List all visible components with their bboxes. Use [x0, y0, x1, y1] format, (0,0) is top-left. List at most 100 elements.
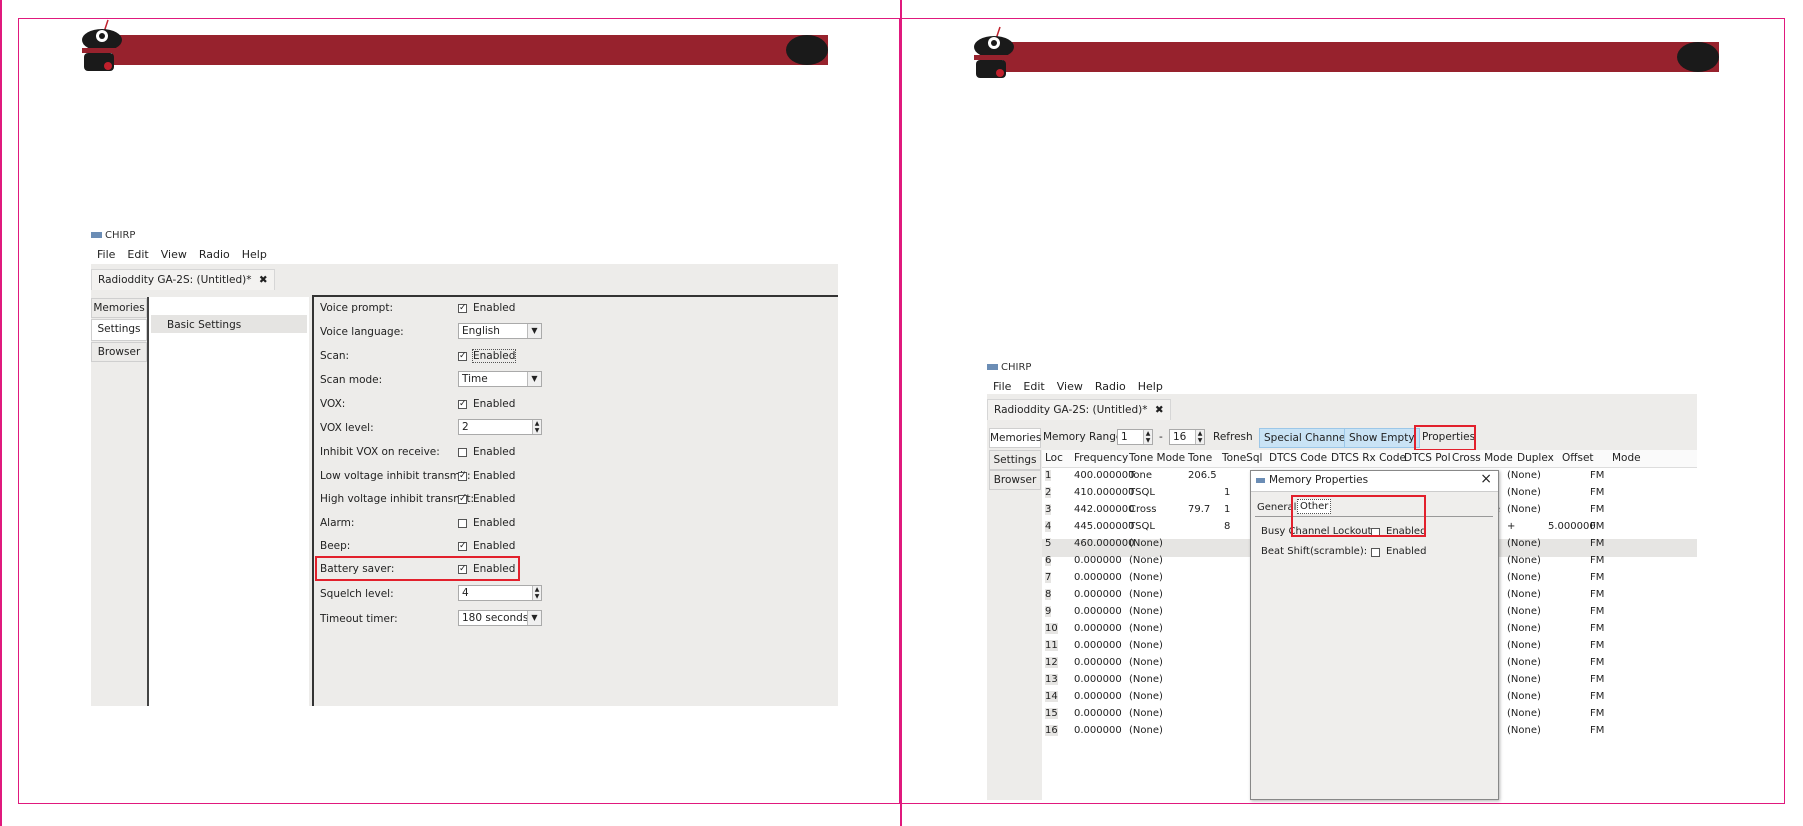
- menu-radio[interactable]: Radio: [199, 248, 230, 261]
- setting-label: High voltage inhibit transmit:: [320, 493, 475, 505]
- col-dtcs-code[interactable]: DTCS Code: [1269, 452, 1327, 464]
- menu-edit[interactable]: Edit: [127, 248, 148, 261]
- cell-duplex: (None): [1507, 674, 1541, 685]
- col-tone-mode[interactable]: Tone Mode: [1129, 452, 1185, 464]
- menu-help[interactable]: Help: [1138, 380, 1163, 393]
- cell-freq: 0.000000: [1074, 640, 1122, 651]
- stepper-arrows-icon[interactable]: ▲ ▼: [1195, 430, 1204, 444]
- cell-mode: FM: [1590, 521, 1605, 532]
- cell-tsql: 8: [1224, 521, 1231, 532]
- col-mode[interactable]: Mode: [1612, 452, 1641, 464]
- menu-file[interactable]: File: [993, 380, 1011, 393]
- close-icon[interactable]: ×: [1480, 471, 1492, 487]
- cell-tmode: (None): [1129, 674, 1163, 685]
- cell-loc: 5: [1045, 538, 1052, 549]
- low-voltage-checkbox[interactable]: ✓: [458, 472, 467, 481]
- stepper-arrows-icon[interactable]: ▲ ▼: [1143, 430, 1152, 444]
- setting-vox: VOX: ✓ Enabled: [314, 395, 834, 415]
- col-offset[interactable]: Offset: [1562, 452, 1594, 464]
- setting-squelch-level: Squelch level: 4 ▲ ▼: [314, 585, 834, 605]
- checkbox-label: Enabled: [471, 349, 517, 363]
- timeout-timer-select[interactable]: 180 seconds ▼: [458, 610, 542, 626]
- col-tone[interactable]: Tone: [1188, 452, 1212, 464]
- beat-shift-checkbox[interactable]: [1371, 548, 1380, 557]
- chirp-app-icon: [91, 232, 102, 238]
- menu-radio[interactable]: Radio: [1095, 380, 1126, 393]
- memory-range-label: Memory Range:: [1043, 431, 1126, 443]
- refresh-button[interactable]: Refresh: [1209, 428, 1257, 446]
- setting-voice-language: Voice language: English ▼: [314, 323, 834, 343]
- cell-tmode: (None): [1129, 623, 1163, 634]
- range-to-stepper[interactable]: 16 ▲ ▼: [1169, 429, 1205, 445]
- sidetab-browser[interactable]: Browser: [989, 470, 1041, 490]
- cell-freq: 445.000000: [1074, 521, 1135, 532]
- checkbox-label: Enabled: [473, 493, 516, 505]
- show-empty-button[interactable]: Show Empty: [1344, 428, 1420, 448]
- sidetab-memories[interactable]: Memories: [989, 428, 1041, 448]
- col-dtcs-pol[interactable]: DTCS Pol: [1404, 452, 1451, 464]
- cell-freq: 0.000000: [1074, 674, 1122, 685]
- cell-tmode: (None): [1129, 657, 1163, 668]
- cell-mode: FM: [1590, 470, 1605, 481]
- col-tonesql[interactable]: ToneSql: [1222, 452, 1262, 464]
- cell-tsql: 1: [1224, 504, 1231, 515]
- col-loc[interactable]: Loc: [1045, 452, 1063, 464]
- cell-freq: 0.000000: [1074, 691, 1122, 702]
- high-voltage-checkbox[interactable]: ✓: [458, 495, 467, 504]
- vox-checkbox[interactable]: ✓: [458, 400, 467, 409]
- tree-item-basic-settings[interactable]: Basic Settings: [151, 315, 307, 333]
- cell-mode: FM: [1590, 640, 1605, 651]
- menu-view[interactable]: View: [161, 248, 187, 261]
- setting-scan-mode: Scan mode: Time ▼: [314, 371, 834, 391]
- sidetab-settings[interactable]: Settings: [91, 319, 147, 341]
- col-duplex[interactable]: Duplex: [1517, 452, 1554, 464]
- voice-prompt-checkbox[interactable]: ✓: [458, 304, 467, 313]
- right-header-dot: [1677, 42, 1719, 72]
- setting-vox-level: VOX level: 2 ▲ ▼: [314, 419, 834, 439]
- squelch-level-stepper[interactable]: 4 ▲ ▼: [458, 585, 542, 601]
- setting-label: Voice prompt:: [320, 302, 394, 314]
- cell-loc: 7: [1045, 572, 1052, 583]
- inhibit-vox-checkbox[interactable]: [458, 448, 467, 457]
- cell-duplex: (None): [1507, 640, 1541, 651]
- document-tab[interactable]: Radioddity GA-2S: (Untitled)* ✖: [987, 399, 1171, 420]
- cell-freq: 460.000000: [1074, 538, 1135, 549]
- memory-toolbar: Memories Memory Range: 1 ▲ ▼ - 16 ▲ ▼ Refres…: [987, 425, 1697, 451]
- cell-tmode: TSQL: [1129, 521, 1155, 532]
- cell-mode: FM: [1590, 504, 1605, 515]
- vox-level-stepper[interactable]: 2 ▲ ▼: [458, 419, 542, 435]
- sidetab-browser[interactable]: Browser: [91, 342, 147, 362]
- range-from-stepper[interactable]: 1 ▲ ▼: [1117, 429, 1153, 445]
- col-frequency[interactable]: Frequency: [1074, 452, 1128, 464]
- menu-help[interactable]: Help: [242, 248, 267, 261]
- sidetab-memories[interactable]: Memories: [91, 298, 147, 318]
- window-title: CHIRP: [91, 230, 135, 241]
- cell-offset: 5.000000: [1548, 521, 1596, 532]
- stepper-arrows-icon[interactable]: ▲ ▼: [532, 586, 541, 600]
- center-trim-line: [900, 0, 902, 826]
- scan-mode-select[interactable]: Time ▼: [458, 371, 542, 387]
- menu-view[interactable]: View: [1057, 380, 1083, 393]
- scan-checkbox[interactable]: ✓: [458, 352, 467, 361]
- col-cross-mode[interactable]: Cross Mode: [1452, 452, 1513, 464]
- setting-voice-prompt: Voice prompt: ✓ Enabled: [314, 299, 834, 319]
- cell-freq: 0.000000: [1074, 555, 1122, 566]
- close-tab-icon[interactable]: ✖: [1155, 404, 1164, 416]
- document-tab[interactable]: Radioddity GA-2S: (Untitled)* ✖: [91, 269, 275, 290]
- voice-language-select[interactable]: English ▼: [458, 323, 542, 339]
- beep-checkbox[interactable]: ✓: [458, 542, 467, 551]
- close-tab-icon[interactable]: ✖: [259, 274, 268, 286]
- cell-tmode: (None): [1129, 691, 1163, 702]
- dialog-app-icon: [1256, 478, 1265, 483]
- stepper-arrows-icon[interactable]: ▲ ▼: [532, 420, 541, 434]
- sidetab-settings[interactable]: Settings: [989, 450, 1041, 470]
- menu-edit[interactable]: Edit: [1023, 380, 1044, 393]
- alarm-checkbox[interactable]: [458, 519, 467, 528]
- chevron-down-icon: ▼: [527, 372, 541, 386]
- cell-mode: FM: [1590, 623, 1605, 634]
- menu-file[interactable]: File: [97, 248, 115, 261]
- cell-freq: 0.000000: [1074, 623, 1122, 634]
- col-dtcs-rx-code[interactable]: DTCS Rx Code: [1331, 452, 1406, 464]
- cell-loc: 10: [1045, 623, 1058, 634]
- right-chirp-window: CHIRP File Edit View Radio Help Radioddi…: [987, 360, 1697, 800]
